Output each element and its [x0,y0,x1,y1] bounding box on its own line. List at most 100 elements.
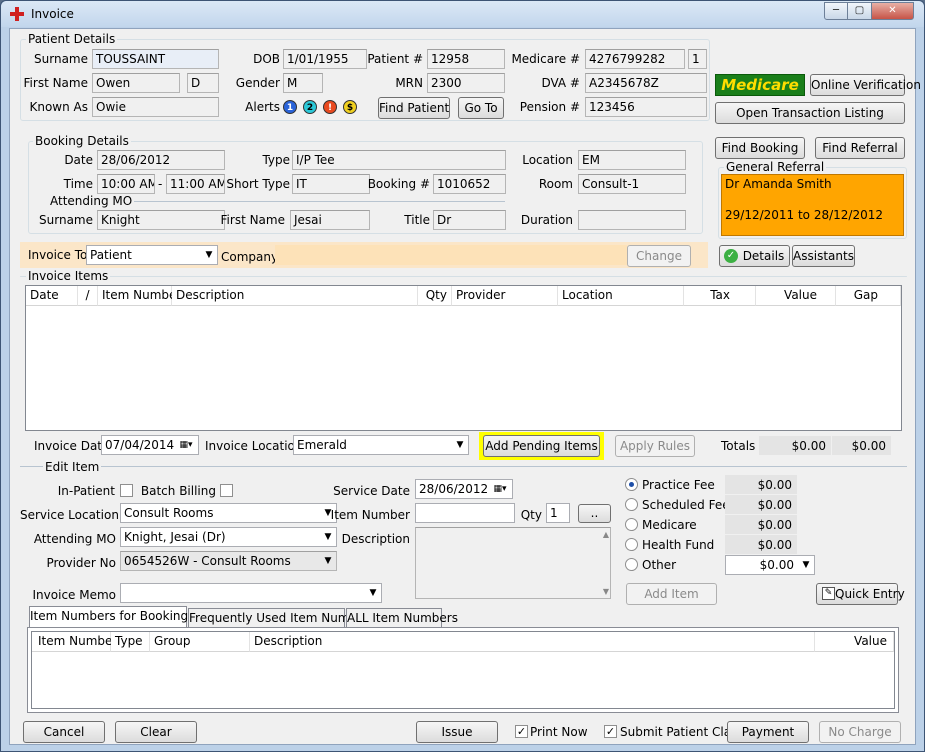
gender-field[interactable]: M [283,73,323,93]
other-fee-radio[interactable] [625,558,638,571]
other-fee-combo[interactable]: $0.00 ▼ [725,555,815,575]
patient-no-field[interactable]: 12958 [427,49,505,69]
col-location[interactable]: Location [558,286,684,306]
open-transaction-listing-button[interactable]: Open Transaction Listing [715,102,905,124]
item-numbers-list[interactable]: Item Number Type Group Description Value [31,631,895,709]
booking-location-label: Location [522,153,573,167]
duration-field[interactable] [578,210,686,230]
practice-fee-radio[interactable] [625,478,638,491]
mrn-label: MRN [395,76,423,90]
close-button[interactable]: ✕ [871,2,914,20]
attending-title-field[interactable]: Dr [433,210,506,230]
booking-location-field[interactable]: EM [578,150,686,170]
provider-no-label: Provider No [46,556,116,570]
apply-rules-button[interactable]: Apply Rules [615,435,695,457]
maximize-button[interactable]: ▢ [847,2,872,20]
service-location-value: Consult Rooms [124,506,214,520]
alert-1-icon[interactable]: 1 [283,100,297,114]
alert-2-icon[interactable]: 2 [303,100,317,114]
col-gap[interactable]: Gap [836,286,901,306]
col-provider[interactable]: Provider [452,286,558,306]
scroll-down-icon[interactable]: ▼ [603,587,609,596]
room-field[interactable]: Consult-1 [578,174,686,194]
invoice-items-list[interactable]: Date / Item Number Description Qty Provi… [25,285,902,431]
booking-date-field[interactable]: 28/06/2012 [97,150,225,170]
company-field[interactable] [275,245,627,265]
find-booking-button[interactable]: Find Booking [715,137,805,159]
assistants-button[interactable]: Assistants [792,245,855,267]
time-to-field[interactable]: 11:00 AM [166,174,225,194]
pension-field[interactable]: 123456 [585,97,707,117]
service-location-combo[interactable]: Consult Rooms ▼ [120,503,337,523]
minimize-button[interactable]: ─ [824,2,848,20]
medicare-irn-field[interactable]: 1 [688,49,707,69]
invoice-to-combo[interactable]: Patient ▼ [86,245,218,265]
attending-mo-combo[interactable]: Knight, Jesai (Dr) ▼ [120,527,337,547]
alert-dollar-icon[interactable]: $ [343,100,357,114]
change-button[interactable]: Change [627,245,691,267]
general-referral-box[interactable]: Dr Amanda Smith 29/12/2011 to 28/12/2012 [721,174,904,236]
clear-button[interactable]: Clear [115,721,197,743]
col-tax[interactable]: Tax [684,286,756,306]
first-name-field[interactable]: Owen [92,73,180,93]
col-description[interactable]: Description [172,286,418,306]
col-type[interactable]: Type [111,632,150,652]
col-item-number[interactable]: Item Number [32,632,117,652]
find-patient-button[interactable]: Find Patient [378,97,450,119]
issue-button[interactable]: Issue [416,721,498,743]
col-value[interactable]: Value [815,632,894,652]
no-charge-button[interactable]: No Charge [819,721,901,743]
col-sort[interactable]: / [78,286,98,306]
batch-billing-checkbox[interactable] [220,484,233,497]
submit-claim-checkbox[interactable]: ✓ [604,725,617,738]
invoice-location-combo[interactable]: Emerald ▼ [293,435,469,455]
mrn-field[interactable]: 2300 [427,73,505,93]
col-description[interactable]: Description [250,632,815,652]
attending-surname-field[interactable]: Knight [97,210,225,230]
invoice-date-picker[interactable]: 07/04/2014 ▦▾ [101,435,199,455]
description-textarea[interactable]: ▲ ▼ [415,527,611,599]
col-group[interactable]: Group [150,632,250,652]
print-now-checkbox[interactable]: ✓ [515,725,528,738]
alerts-label: Alerts [245,100,280,114]
cancel-button[interactable]: Cancel [23,721,105,743]
col-date[interactable]: Date [26,286,78,306]
attending-first-name-field[interactable]: Jesai [290,210,370,230]
col-qty[interactable]: Qty [418,286,452,306]
scheduled-fee-radio[interactable] [625,498,638,511]
col-item-number[interactable]: Item Number [98,286,181,306]
known-as-field[interactable]: Owie [92,97,219,117]
booking-no-field[interactable]: 1010652 [433,174,506,194]
invoice-memo-combo[interactable]: ▼ [120,583,382,603]
health-fund-radio[interactable] [625,538,638,551]
booking-type-field[interactable]: I/P Tee [292,150,506,170]
medicare-no-field[interactable]: 4276799282 [585,49,685,69]
dva-field[interactable]: A2345678Z [585,73,707,93]
service-date-picker[interactable]: 28/06/2012 ▦▾ [415,479,513,499]
tab-all-item-numbers[interactable]: ALL Item Numbers [346,608,458,628]
scroll-up-icon[interactable]: ▲ [603,530,609,539]
provider-no-combo[interactable]: 0654526W - Consult Rooms ▼ [120,551,337,571]
surname-field[interactable]: TOUSSAINT [92,49,219,69]
other-fee-label: Other [642,558,677,572]
quick-entry-button[interactable]: ✎ Quick Entry [816,583,905,605]
col-value[interactable]: Value [756,286,836,306]
item-number-field[interactable] [415,503,515,523]
details-button[interactable]: ✓ Details [719,245,790,267]
tab-booking-type-items[interactable]: Item Numbers for Booking Type [29,606,220,628]
find-referral-button[interactable]: Find Referral [815,137,905,159]
qty-field[interactable]: 1 [546,503,570,523]
time-from-field[interactable]: 10:00 AM [97,174,155,194]
payment-button[interactable]: Payment [727,721,809,743]
medicare-fee-radio[interactable] [625,518,638,531]
alert-warning-icon[interactable]: ! [323,100,337,114]
online-verification-button[interactable]: Online Verification [810,74,921,96]
go-to-button[interactable]: Go To [458,97,504,119]
tab-frequently-used[interactable]: Frequently Used Item Numbers [188,608,376,628]
add-pending-items-button[interactable]: Add Pending Items [483,435,600,457]
duration-label: Duration [520,213,573,227]
browse-items-button[interactable]: .. [578,504,611,523]
add-item-button[interactable]: Add Item [626,583,717,605]
short-type-field[interactable]: IT [292,174,370,194]
health-fund-label: Health Fund [642,538,715,552]
